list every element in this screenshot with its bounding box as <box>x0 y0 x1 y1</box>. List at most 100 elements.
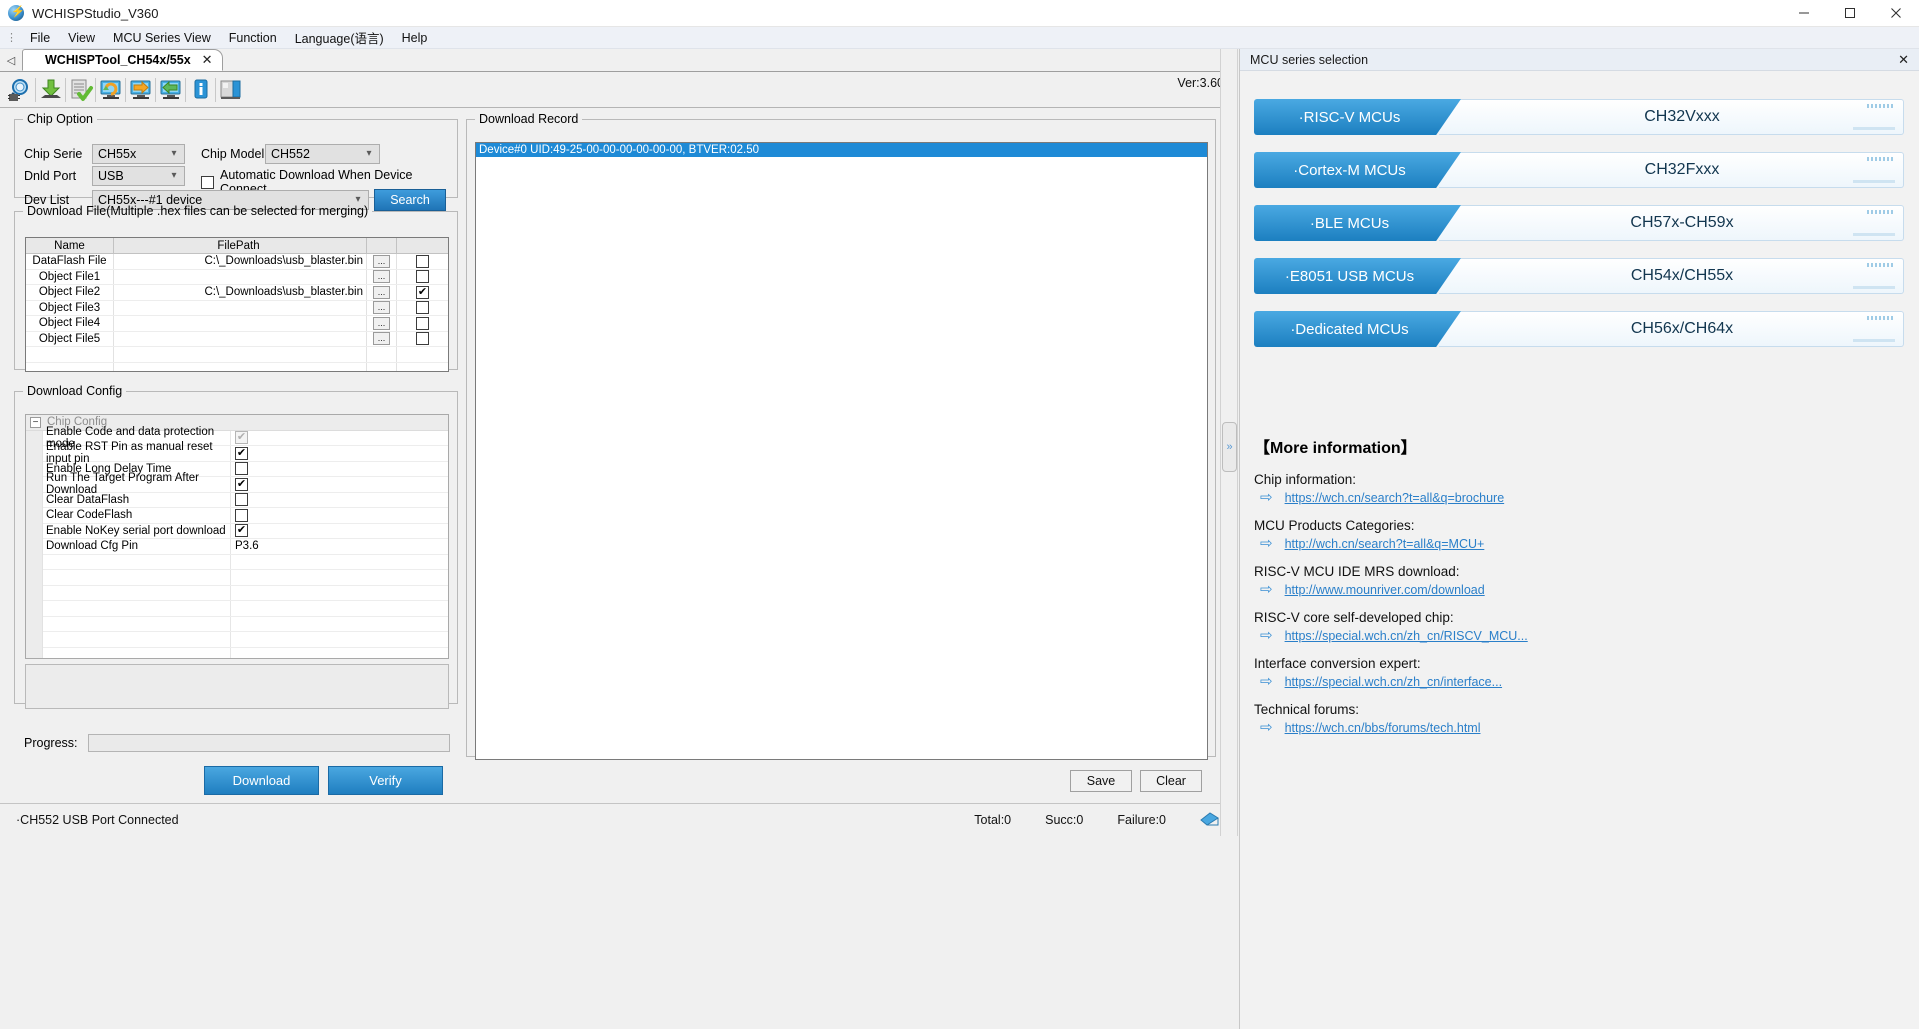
download-button[interactable]: Download <box>204 766 319 795</box>
file-table-row[interactable]: Object File3... <box>26 300 448 316</box>
verify-document-icon[interactable] <box>65 74 96 106</box>
file-table-row[interactable]: Object File4... <box>26 316 448 332</box>
file-row-path[interactable] <box>114 269 367 284</box>
config-row-value[interactable]: ✔ <box>231 446 448 461</box>
checkbox[interactable]: ✔ <box>235 446 248 460</box>
download-record-group: Download Record Device#0 UID:49-25-00-00… <box>466 112 1216 792</box>
file-row-path[interactable] <box>114 316 367 331</box>
mcu-series-card[interactable]: ·BLE MCUs CH57x-CH59x <box>1254 205 1904 241</box>
download-record-list[interactable]: Device#0 UID:49-25-00-00-00-00-00-00, BT… <box>475 142 1208 760</box>
more-info-label: Technical forums: <box>1254 702 1360 717</box>
checkbox[interactable] <box>235 508 248 522</box>
browse-button[interactable]: ... <box>373 316 390 330</box>
config-row[interactable]: Enable NoKey serial port download ✔ <box>26 523 448 539</box>
checkbox[interactable] <box>416 316 429 330</box>
menu-item-view[interactable]: View <box>59 29 104 47</box>
checkbox[interactable] <box>416 301 429 315</box>
menu-item-function[interactable]: Function <box>220 29 286 47</box>
dnld-port-select[interactable]: USB ▾ <box>92 166 185 186</box>
file-row-path[interactable]: C:\_Downloads\usb_blaster.bin <box>114 254 367 269</box>
more-info-link-row: ⇨ http://wch.cn/search?t=all&q=MCU+ <box>1254 536 1904 551</box>
config-row-value[interactable] <box>231 508 448 523</box>
file-table-row[interactable]: Object File1... <box>26 269 448 285</box>
checkbox[interactable] <box>416 254 429 268</box>
config-row-value[interactable] <box>231 462 448 477</box>
chip-model-select[interactable]: CH552 ▾ <box>265 144 380 164</box>
file-table-row[interactable]: Object File5... <box>26 331 448 347</box>
checkbox[interactable] <box>416 332 429 346</box>
config-row-value[interactable]: ✔ <box>231 477 448 492</box>
search-chip-icon[interactable] <box>6 74 36 106</box>
config-row[interactable]: Clear DataFlash <box>26 492 448 508</box>
more-info-link[interactable]: http://wch.cn/search?t=all&q=MCU+ <box>1285 537 1485 551</box>
browse-button[interactable]: ... <box>373 254 390 268</box>
browse-button[interactable]: ... <box>373 285 390 299</box>
chip-serie-select[interactable]: CH55x ▾ <box>92 144 185 164</box>
checkbox[interactable]: ✔ <box>235 477 248 491</box>
more-info-link[interactable]: https://wch.cn/search?t=all&q=brochure <box>1285 491 1505 505</box>
menu-item-language[interactable]: Language(语言) <box>286 26 393 49</box>
collapse-icon[interactable]: − <box>30 416 41 428</box>
chip-serie-value: CH55x <box>98 147 137 161</box>
config-row[interactable]: Enable RST Pin as manual reset input pin… <box>26 441 448 465</box>
clear-record-button[interactable]: Clear <box>1140 770 1202 792</box>
auto-download-checkbox[interactable] <box>201 175 214 189</box>
panel-splitter[interactable]: » <box>1220 49 1238 836</box>
config-row[interactable]: Run The Target Program After Download ✔ <box>26 472 448 496</box>
browse-button[interactable]: ... <box>373 270 390 284</box>
mcu-series-card[interactable]: ·E8051 USB MCUs CH54x/CH55x <box>1254 258 1904 294</box>
checkbox[interactable]: ✔ <box>235 524 248 538</box>
dock-close-icon[interactable]: ✕ <box>1898 52 1909 68</box>
file-row-name: Object File5 <box>26 331 114 346</box>
file-row-path[interactable] <box>114 300 367 315</box>
more-info-item: RISC-V core self-developed chip: ⇨ https:/… <box>1254 610 1904 643</box>
config-row-value[interactable] <box>231 493 448 508</box>
browse-button[interactable]: ... <box>373 301 390 315</box>
menu-item-mcu-series-view[interactable]: MCU Series View <box>104 29 220 47</box>
save-record-button[interactable]: Save <box>1070 770 1132 792</box>
checkbox[interactable] <box>235 493 248 507</box>
checkbox[interactable] <box>235 462 248 476</box>
device-export-icon[interactable] <box>125 74 156 106</box>
splitter-expand-icon[interactable]: » <box>1222 422 1237 472</box>
minimize-button[interactable] <box>1781 0 1827 27</box>
download-icon[interactable] <box>35 74 66 106</box>
config-row-value[interactable]: ✔ <box>231 431 448 446</box>
device-refresh-icon[interactable] <box>95 74 126 106</box>
dnld-port-value: USB <box>98 169 124 183</box>
config-row[interactable]: Download Cfg Pin P3.6 <box>26 539 448 555</box>
tab-close-icon[interactable]: ✕ <box>199 52 216 68</box>
info-icon[interactable] <box>185 74 216 106</box>
config-row[interactable]: Clear CodeFlash <box>26 508 448 524</box>
device-import-icon[interactable] <box>155 74 186 106</box>
more-info-link[interactable]: https://wch.cn/bbs/forums/tech.html <box>1285 721 1481 735</box>
file-table-row[interactable]: Object File2 C:\_Downloads\usb_blaster.bi… <box>26 285 448 301</box>
tab-scroll-left-icon[interactable]: ◁ <box>0 49 22 71</box>
more-info-link[interactable]: https://special.wch.cn/zh_cn/RISCV_MCU..… <box>1285 629 1528 643</box>
file-row-path[interactable] <box>114 331 367 346</box>
file-row-enable-cell <box>397 301 448 316</box>
file-row-path[interactable]: C:\_Downloads\usb_blaster.bin <box>114 285 367 300</box>
mcu-series-card[interactable]: ·Cortex-M MCUs CH32Fxxx <box>1254 152 1904 188</box>
verify-button[interactable]: Verify <box>328 766 443 795</box>
browse-button[interactable]: ... <box>373 332 390 346</box>
tab-wchisptool-ch54x-55x[interactable]: WCHISPTool_CH54x/55x ✕ <box>22 49 223 71</box>
eraser-icon[interactable] <box>1200 812 1220 828</box>
panel-toggle-icon[interactable] <box>215 74 246 106</box>
checkbox[interactable]: ✔ <box>416 285 429 299</box>
config-row-value[interactable]: ✔ <box>231 524 448 539</box>
dock-title-bar: MCU series selection ✕ <box>1240 49 1919 71</box>
mcu-series-card[interactable]: ·RISC-V MCUs CH32Vxxx <box>1254 99 1904 135</box>
more-info-link[interactable]: http://www.mounriver.com/download <box>1285 583 1485 597</box>
menu-item-file[interactable]: File <box>21 29 59 47</box>
record-line[interactable]: Device#0 UID:49-25-00-00-00-00-00-00, BT… <box>476 143 1207 157</box>
column-header-enable <box>397 238 448 254</box>
menu-item-help[interactable]: Help <box>393 29 437 47</box>
more-info-link[interactable]: https://special.wch.cn/zh_cn/interface..… <box>1285 675 1502 689</box>
file-table-row[interactable]: DataFlash File C:\_Downloads\usb_blaster.… <box>26 254 448 270</box>
config-row-value[interactable]: P3.6 <box>231 539 448 554</box>
maximize-button[interactable] <box>1827 0 1873 27</box>
mcu-series-card[interactable]: ·Dedicated MCUs CH56x/CH64x <box>1254 311 1904 347</box>
close-button[interactable] <box>1873 0 1919 27</box>
checkbox[interactable] <box>416 270 429 284</box>
